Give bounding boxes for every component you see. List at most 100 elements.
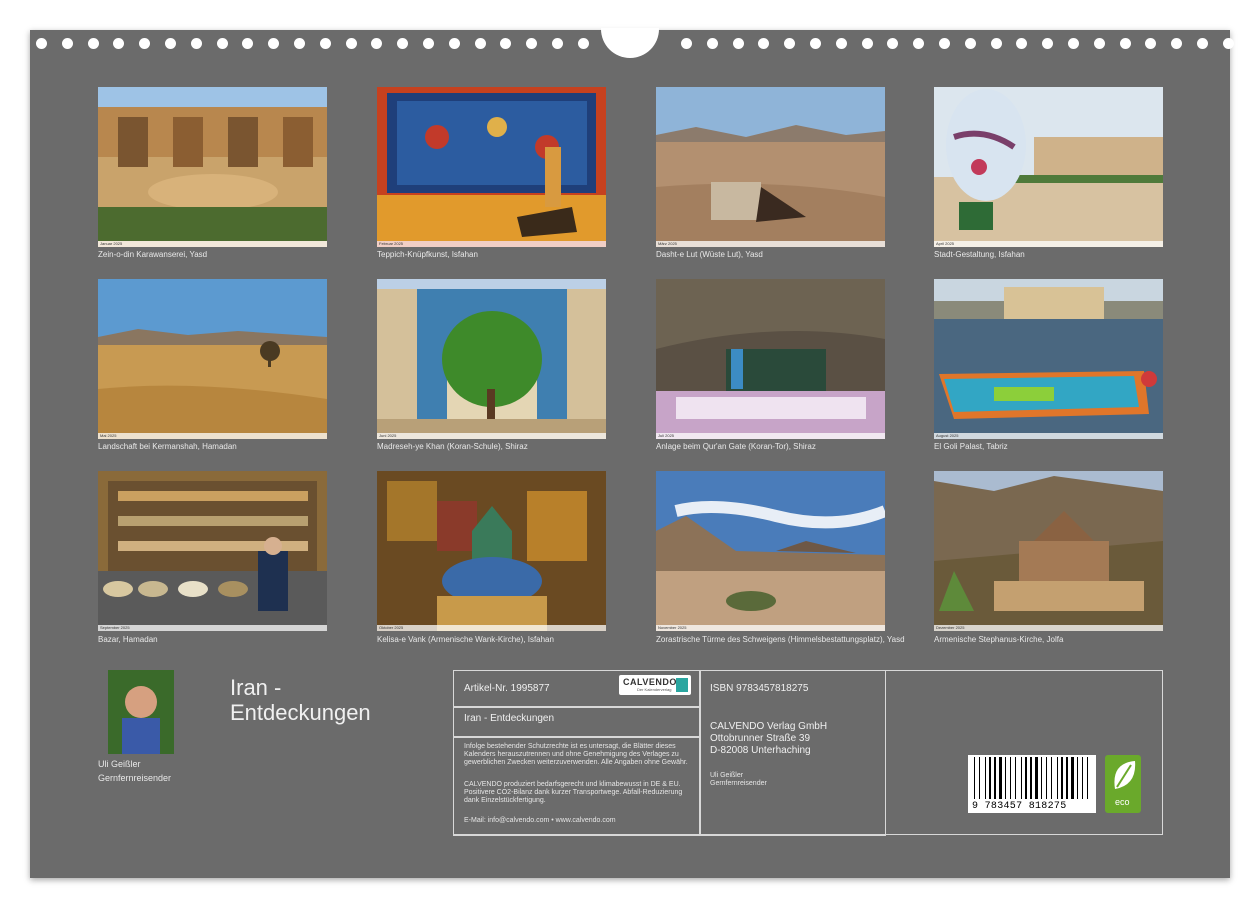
binding-hole xyxy=(319,38,331,49)
month-label: Mai 2025 xyxy=(100,433,117,438)
legal-cell: Infolge bestehender Schutzrechte ist es … xyxy=(453,736,701,836)
caption-march: Dasht-e Lut (Wüste Lut), Yasd xyxy=(656,250,763,259)
caption-may: Landschaft bei Kermanshah, Hamadan xyxy=(98,442,237,451)
calvendo-mark-icon xyxy=(676,678,688,692)
caption-september: Bazar, Hamadan xyxy=(98,635,158,644)
binding-hole xyxy=(216,38,228,49)
caption-october: Kelisa-e Vank (Armenische Wank-Kirche), … xyxy=(377,635,554,644)
binding-hole xyxy=(113,38,125,49)
binding-hole xyxy=(423,38,434,49)
calvendo-logo-text: CALVENDO xyxy=(623,677,677,687)
caption-november: Zorastrische Türme des Schweigens (Himme… xyxy=(656,635,905,644)
binding-hole xyxy=(1068,38,1079,49)
month-label: Februar 2025 xyxy=(379,241,404,246)
photo-july: Juli 2025 xyxy=(656,279,885,439)
caption-april: Stadt-Gestaltung, Isfahan xyxy=(934,250,1025,259)
contact-line: E-Mail: info@calvendo.com • www.calvendo… xyxy=(464,817,616,824)
month-label: Dezember 2025 xyxy=(936,625,965,630)
article-number: Artikel-Nr. 1995877 xyxy=(464,683,550,694)
author-name: Uli Geißler xyxy=(98,759,141,769)
binding-hole xyxy=(913,38,925,49)
binding-hole xyxy=(345,38,357,49)
binding-hole xyxy=(861,38,873,49)
title-line-2: Entdeckungen xyxy=(230,700,371,725)
binding-hole xyxy=(810,38,821,49)
binding-hole xyxy=(1145,38,1157,49)
binding-hole xyxy=(242,38,254,49)
photo-january: Januar 2025 xyxy=(98,87,327,247)
binding-hole xyxy=(61,38,73,49)
binding-hole xyxy=(784,38,796,49)
month-label: April 2025 xyxy=(936,241,955,246)
barcode: 9 783457 818275 xyxy=(968,755,1096,813)
author-photo xyxy=(108,670,174,754)
binding-hole xyxy=(165,38,176,49)
photo-september: September 2025 xyxy=(98,471,327,631)
legal-notice: Infolge bestehender Schutzrechte ist es … xyxy=(464,743,688,766)
photo-november: November 2025 xyxy=(656,471,885,631)
month-label: März 2025 xyxy=(658,241,677,246)
article-cell: Artikel-Nr. 1995877 CALVENDO Der Kalende… xyxy=(453,670,701,708)
isbn-cell: ISBN 9783457818275 CALVENDO Verlag GmbH … xyxy=(699,670,886,836)
photo-march: März 2025 xyxy=(656,87,885,247)
binding-hole xyxy=(139,38,151,49)
month-label: September 2025 xyxy=(100,625,130,630)
binding-hole xyxy=(526,38,538,49)
month-label: Juni 2025 xyxy=(379,433,397,438)
month-label: Januar 2025 xyxy=(100,241,123,246)
hanger-cutout xyxy=(601,28,659,58)
photo-october: Oktober 2025 xyxy=(377,471,606,631)
binding-hole xyxy=(1093,38,1105,49)
binding-hole xyxy=(887,38,899,49)
publisher-name: CALVENDO Verlag GmbH xyxy=(710,721,828,732)
binding-hole xyxy=(268,38,280,49)
caption-february: Teppich-Knüpfkunst, Isfahan xyxy=(377,250,478,259)
binding-hole xyxy=(706,38,718,49)
caption-august: El Goli Palast, Tabriz xyxy=(934,442,1008,451)
photo-may: Mai 2025 xyxy=(98,279,327,439)
binding-hole xyxy=(1197,38,1208,49)
author-role: Gernfernreisender xyxy=(98,773,172,783)
photo-february: Februar 2025 xyxy=(377,87,606,247)
binding-hole xyxy=(294,38,305,49)
binding-hole xyxy=(732,38,744,49)
caption-july: Anlage beim Qur'an Gate (Koran-Tor), Shi… xyxy=(656,442,816,451)
eco-label: eco xyxy=(1115,797,1130,807)
binding-hole xyxy=(500,38,512,49)
calvendo-logo: CALVENDO Der Kalenderverlag xyxy=(619,675,691,695)
leaf-icon xyxy=(1114,761,1136,789)
barcode-digits: 9 783457 818275 xyxy=(972,801,1067,812)
info-author-name: Uli Geißler xyxy=(710,772,744,779)
binding-hole xyxy=(939,38,950,49)
binding-hole xyxy=(474,38,486,49)
climate-notice: CALVENDO produziert bedarfsgerecht und k… xyxy=(464,781,683,804)
binding-hole xyxy=(190,38,202,49)
photo-august: August 2025 xyxy=(934,279,1163,439)
calvendo-tagline: Der Kalenderverlag xyxy=(637,687,672,692)
caption-june: Madreseh-ye Khan (Koran-Schule), Shiraz xyxy=(377,442,528,451)
publisher-city: D-82008 Unterhaching xyxy=(710,745,811,756)
photo-june: Juni 2025 xyxy=(377,279,606,439)
photo-april: April 2025 xyxy=(934,87,1163,247)
binding-hole xyxy=(758,38,770,49)
binding-hole xyxy=(1016,38,1028,49)
binding-hole xyxy=(87,38,99,49)
month-label: November 2025 xyxy=(658,625,687,630)
eco-badge: eco xyxy=(1105,755,1141,813)
info-author-role: Gernfernreisender xyxy=(710,780,767,787)
binding-hole xyxy=(990,38,1002,49)
calendar-title: Iran - Entdeckungen xyxy=(230,675,371,725)
binding-hole xyxy=(371,38,383,49)
binding-hole xyxy=(577,38,589,49)
binding-hole xyxy=(448,38,460,49)
title-line-1: Iran - xyxy=(230,675,282,700)
binding-hole xyxy=(1222,38,1234,49)
publisher-street: Ottobrunner Straße 39 xyxy=(710,733,811,744)
isbn: ISBN 9783457818275 xyxy=(710,683,809,694)
month-label: Juli 2025 xyxy=(658,433,675,438)
book-title: Iran - Entdeckungen xyxy=(464,713,555,724)
month-label: August 2025 xyxy=(936,433,959,438)
caption-december: Armenische Stephanus-Kirche, Jolfa xyxy=(934,635,1064,644)
binding-hole xyxy=(1042,38,1054,49)
binding-hole xyxy=(36,38,47,49)
